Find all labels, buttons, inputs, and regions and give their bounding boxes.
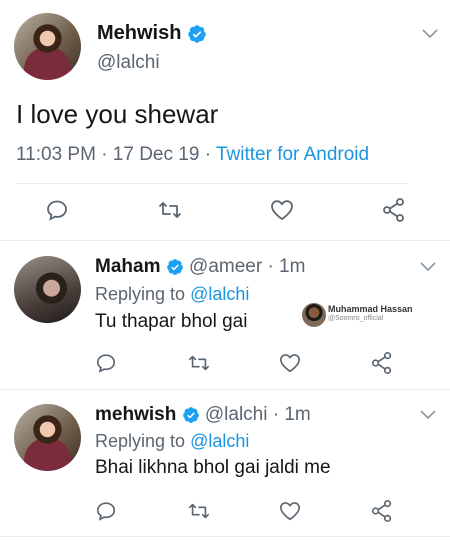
- mention-link[interactable]: @lalchi: [190, 431, 249, 451]
- author-name[interactable]: Mehwish: [97, 22, 207, 45]
- retweet-icon[interactable]: [187, 352, 211, 374]
- reply-icon[interactable]: [95, 500, 117, 522]
- verified-badge-icon: [182, 407, 199, 423]
- chevron-down-icon[interactable]: [420, 262, 436, 272]
- retweet-icon[interactable]: [187, 500, 211, 522]
- reply-author: mehwish @lalchi · 1m: [95, 404, 311, 425]
- replying-to: Replying to @lalchi: [95, 431, 250, 451]
- verified-badge-icon: [166, 259, 183, 275]
- share-icon[interactable]: [370, 499, 394, 523]
- like-icon[interactable]: [278, 500, 302, 522]
- share-icon[interactable]: [370, 351, 394, 375]
- chevron-down-icon[interactable]: [422, 29, 438, 39]
- divider: [0, 536, 450, 537]
- mention-link[interactable]: @lalchi: [190, 284, 249, 304]
- tweet-timestamp: 11:03 PM · 17 Dec 19 ·: [16, 144, 216, 165]
- overlay-avatar: [302, 303, 326, 327]
- divider: [0, 389, 450, 390]
- reply-author: Maham @ameer · 1m: [95, 256, 306, 277]
- author-handle[interactable]: @lalchi: [97, 52, 160, 74]
- tweet-meta: 11:03 PM · 17 Dec 19 · Twitter for Andro…: [16, 144, 369, 166]
- overlay-handle: @Soomro_official: [328, 315, 384, 322]
- divider: [16, 183, 408, 184]
- divider: [0, 240, 450, 241]
- reply-text: Tu thapar bhol gai: [95, 311, 248, 332]
- replying-to: Replying to @lalchi: [95, 284, 250, 304]
- reply-avatar[interactable]: [14, 256, 81, 323]
- share-icon[interactable]: [381, 197, 407, 223]
- tweet-source[interactable]: Twitter for Android: [216, 144, 369, 165]
- reply-text: Bhai likhna bhol gai jaldi me: [95, 457, 331, 478]
- retweet-icon[interactable]: [157, 198, 183, 222]
- reply-avatar[interactable]: [14, 404, 81, 471]
- author-avatar[interactable]: [14, 13, 81, 80]
- overlay-name: Muhammad Hassan: [328, 304, 413, 314]
- like-icon[interactable]: [278, 352, 302, 374]
- like-icon[interactable]: [269, 198, 295, 222]
- chevron-down-icon[interactable]: [420, 410, 436, 420]
- reply-icon[interactable]: [45, 198, 69, 222]
- tweet-text: I love you shewar: [16, 99, 219, 129]
- reply-icon[interactable]: [95, 352, 117, 374]
- verified-badge-icon: [188, 24, 206, 43]
